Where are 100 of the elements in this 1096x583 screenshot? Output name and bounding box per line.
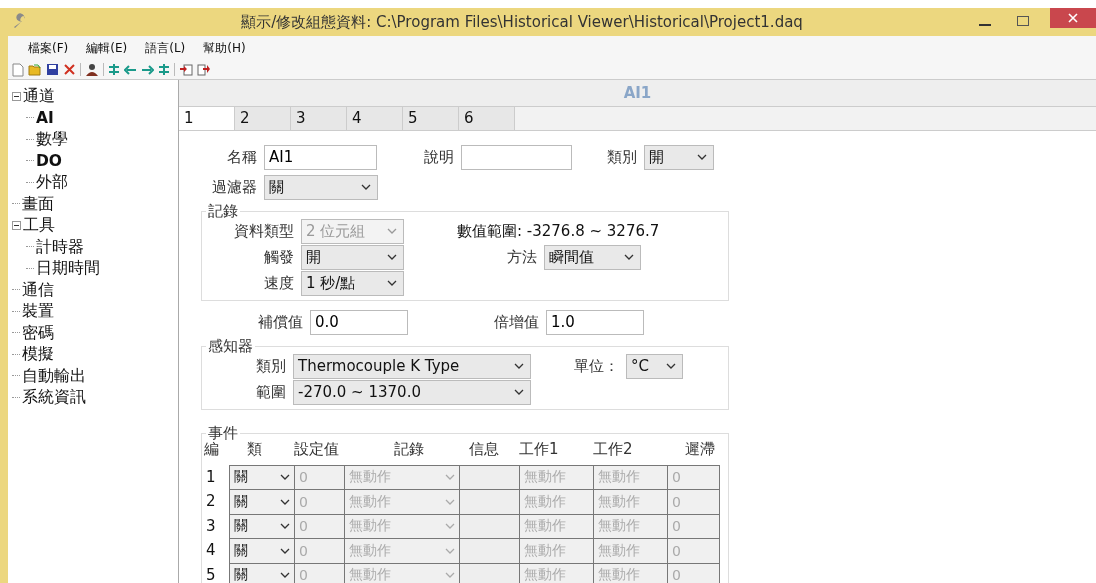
caret-icon xyxy=(514,363,524,369)
double-arrow-icon[interactable] xyxy=(108,63,120,76)
trigger-dropdown[interactable]: 開 xyxy=(301,244,404,270)
speed-dropdown[interactable]: 1 秒/點 xyxy=(301,270,404,296)
method-dropdown[interactable]: 瞬間值 xyxy=(544,244,641,270)
tree-item[interactable]: 工具 xyxy=(23,215,55,237)
menu-item[interactable]: 檔案(F) xyxy=(24,39,73,57)
window-title: 顯示/修改組態資料: C:\Program Files\Historical Viewer\Historical\Project1.daq xyxy=(240,12,804,32)
tree-item[interactable]: 模擬 xyxy=(22,344,54,366)
column-header: 遲滯 xyxy=(684,440,716,460)
people-icon[interactable] xyxy=(85,62,99,77)
offset-field[interactable]: 0.0 xyxy=(310,309,408,335)
caret-icon xyxy=(445,474,455,481)
collapse-icon[interactable] xyxy=(12,92,21,102)
caret-icon xyxy=(445,572,455,579)
left-arrow-icon[interactable] xyxy=(124,64,137,75)
field-label: 補償值 xyxy=(257,312,303,332)
row-number: 3 xyxy=(205,515,217,537)
caret-icon xyxy=(280,498,290,505)
field-label: 資料類型 xyxy=(233,221,294,241)
menu-item[interactable]: 編輯(E) xyxy=(82,39,132,57)
tree-item[interactable]: AI xyxy=(36,109,54,128)
caret-icon xyxy=(697,154,707,160)
column-header: 設定值 xyxy=(294,440,340,460)
field-label: 類別 xyxy=(255,356,286,376)
import-icon[interactable] xyxy=(179,63,193,76)
column-header: 編 xyxy=(204,440,220,460)
message-field[interactable] xyxy=(459,489,520,515)
caret-icon xyxy=(666,363,676,369)
save-icon[interactable] xyxy=(46,63,59,76)
tab[interactable]: 6 xyxy=(459,107,515,130)
column-header: 記錄 xyxy=(393,440,425,460)
collapse-icon[interactable] xyxy=(12,221,21,231)
caret-icon xyxy=(361,184,371,190)
section-header: AI1 xyxy=(179,80,1096,107)
caret-icon xyxy=(445,547,455,554)
tree-item[interactable]: 系統資訊 xyxy=(22,387,86,409)
message-field[interactable] xyxy=(459,538,520,564)
row-number: 4 xyxy=(205,540,217,561)
menu-item[interactable]: 幫助(H) xyxy=(199,39,250,57)
field-label: 範圍 xyxy=(255,382,286,402)
tab[interactable]: 2 xyxy=(235,107,291,130)
caret-icon xyxy=(280,523,290,530)
export-icon[interactable] xyxy=(197,63,211,76)
caret-icon xyxy=(387,228,397,234)
tab[interactable]: 4 xyxy=(347,107,403,130)
tree-item[interactable]: 通道 xyxy=(23,86,55,108)
filter-dropdown[interactable]: 關 xyxy=(264,174,378,200)
message-field[interactable] xyxy=(459,464,520,490)
menu-item[interactable]: 語言(L) xyxy=(141,39,190,57)
field-label: 倍增值 xyxy=(494,312,539,332)
field-label: 速度 xyxy=(263,273,294,293)
tree-item[interactable]: 外部 xyxy=(36,172,68,194)
caret-icon xyxy=(514,389,524,395)
tab[interactable]: 1 xyxy=(179,107,235,130)
group-title: 感知器 xyxy=(207,339,254,353)
row-number: 1 xyxy=(205,466,217,488)
group-title: 記錄 xyxy=(207,204,239,218)
field-label: 名稱 xyxy=(226,147,257,167)
tab[interactable]: 5 xyxy=(403,107,459,130)
field-label: 類別 xyxy=(607,147,637,167)
multiplier-field[interactable]: 1.0 xyxy=(546,309,644,335)
double-arrow-icon[interactable] xyxy=(158,63,170,76)
tree-item[interactable]: 通信 xyxy=(22,279,54,301)
sensor-range-dropdown[interactable]: -270.0 ~ 1370.0 xyxy=(293,379,531,405)
tree-item[interactable]: 日期時間 xyxy=(36,258,100,280)
tree-item[interactable]: 畫面 xyxy=(22,193,54,215)
tree-item[interactable]: 裝置 xyxy=(22,301,54,323)
tree-item[interactable]: 自動輸出 xyxy=(22,365,86,387)
close-icon xyxy=(1068,13,1078,23)
sensor-type-dropdown[interactable]: Thermocouple K Type xyxy=(293,353,531,379)
caret-icon xyxy=(624,254,634,260)
caret-icon xyxy=(387,254,397,260)
caret-icon xyxy=(445,498,455,505)
row-number: 2 xyxy=(205,491,217,512)
caret-icon xyxy=(387,280,397,286)
tree-item[interactable]: DO xyxy=(36,152,63,171)
tree-item[interactable]: 數學 xyxy=(36,129,68,151)
description-field[interactable] xyxy=(461,144,572,170)
value-range-text: 數值範圍: -3276.8 ~ 3276.7 xyxy=(457,221,660,241)
category-dropdown[interactable]: 開 xyxy=(644,144,714,170)
name-field[interactable]: AI1 xyxy=(264,144,377,170)
maximize-icon[interactable] xyxy=(1016,15,1030,29)
group-title: 事件 xyxy=(207,426,239,440)
field-label: 過濾器 xyxy=(211,177,257,197)
field-label: 觸發 xyxy=(263,247,294,267)
tab[interactable]: 3 xyxy=(291,107,347,130)
delete-icon[interactable] xyxy=(63,63,76,76)
caret-icon xyxy=(280,572,290,579)
row-number: 5 xyxy=(205,564,217,583)
new-file-icon[interactable] xyxy=(12,62,24,77)
unit-dropdown[interactable]: °C xyxy=(626,353,683,379)
column-header: 工作2 xyxy=(593,440,634,460)
tree-item[interactable]: 計時器 xyxy=(36,236,84,258)
close-button[interactable] xyxy=(1050,8,1096,28)
caret-icon xyxy=(280,474,290,481)
right-arrow-icon[interactable] xyxy=(141,64,154,75)
column-header: 信息 xyxy=(468,440,500,460)
tree-item[interactable]: 密碼 xyxy=(22,322,54,344)
column-header: 類 xyxy=(246,440,263,460)
